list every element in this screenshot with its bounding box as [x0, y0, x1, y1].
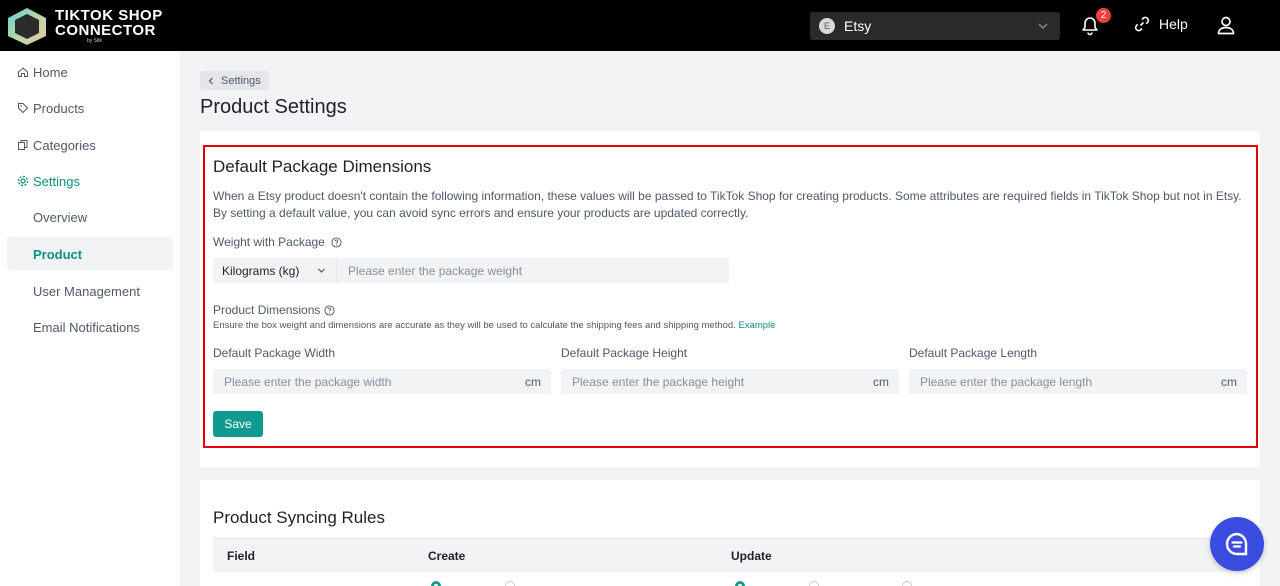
help-label: Help: [1159, 16, 1188, 32]
syncing-table-header: [213, 538, 1246, 572]
height-unit-suffix: cm: [873, 375, 889, 389]
height-input[interactable]: [561, 369, 899, 394]
sidebar-item-categories[interactable]: Categories: [17, 135, 96, 155]
brand-line1: TIKTOK SHOP: [55, 7, 163, 24]
package-section-title: Default Package Dimensions: [213, 157, 432, 176]
sidebar-item-label: Home: [33, 64, 68, 80]
sidebar-item-settings[interactable]: Settings: [17, 171, 80, 191]
radio-update-option[interactable]: [902, 581, 912, 586]
brand-logo[interactable]: TIKTOK SHOP CONNECTOR by Sitk: [5, 6, 163, 46]
radio-create-option[interactable]: [431, 581, 441, 586]
width-field: cm: [213, 369, 551, 394]
breadcrumb-label: Settings: [221, 74, 261, 87]
store-name: Etsy: [844, 18, 872, 34]
tag-icon: [18, 103, 29, 114]
column-header-update: Update: [731, 549, 772, 563]
example-link[interactable]: Example: [738, 320, 775, 331]
user-icon[interactable]: [1216, 15, 1236, 35]
radio-update-option[interactable]: [809, 581, 819, 586]
sidebar-item-home[interactable]: Home: [17, 62, 68, 82]
sidebar: Home Products Categories Settings Overvi…: [0, 51, 180, 586]
column-header-field: Field: [227, 549, 256, 563]
store-avatar: E: [819, 18, 835, 34]
sidebar-item-label: Categories: [33, 137, 96, 153]
chevron-left-icon: [208, 77, 213, 84]
brand-wordmark: TIKTOK SHOP CONNECTOR by Sitk: [49, 8, 163, 44]
notification-badge: 2: [1096, 8, 1111, 23]
dimensions-label-text: Product Dimensions: [213, 303, 321, 317]
length-input[interactable]: [909, 369, 1247, 394]
help-circle-icon[interactable]: [324, 304, 335, 316]
radio-create-option[interactable]: [505, 581, 515, 586]
width-input[interactable]: [213, 369, 551, 394]
chat-button[interactable]: [1210, 517, 1264, 571]
sidebar-item-label: Settings: [33, 173, 80, 189]
sidebar-item-label: Products: [33, 100, 85, 116]
sidebar-subitem-overview[interactable]: Overview: [33, 210, 87, 225]
weight-unit-value: Kilograms (kg): [222, 263, 300, 278]
weight-input[interactable]: [337, 258, 729, 283]
height-field: cm: [561, 369, 899, 394]
store-selector[interactable]: E Etsy: [810, 12, 1060, 40]
top-bar: TIKTOK SHOP CONNECTOR by Sitk E Etsy 2 H…: [0, 0, 1280, 51]
dimensions-hint-text: Ensure the box weight and dimensions are…: [213, 320, 736, 331]
column-header-create: Create: [428, 549, 466, 563]
save-button[interactable]: Save: [213, 411, 263, 437]
sidebar-subitem-email-notifications[interactable]: Email Notifications: [33, 320, 140, 335]
chevron-down-icon: [318, 268, 325, 273]
package-description: When a Etsy product doesn't contain the …: [213, 189, 1242, 220]
page-title: Product Settings: [200, 96, 347, 118]
chat-icon: [1225, 532, 1248, 556]
width-unit-suffix: cm: [525, 375, 541, 389]
dimensions-label: Product Dimensions: [213, 303, 335, 317]
sidebar-subitem-user-management[interactable]: User Management: [33, 284, 140, 299]
weight-label-text: Weight with Package: [213, 235, 325, 249]
copy-icon: [18, 140, 28, 150]
sidebar-item-products[interactable]: Products: [17, 98, 84, 118]
length-label: Default Package Length: [909, 346, 1038, 360]
home-icon: [18, 67, 28, 77]
length-unit-suffix: cm: [1221, 375, 1237, 389]
dimensions-hint: Ensure the box weight and dimensions are…: [213, 320, 775, 331]
weight-unit-select[interactable]: Kilograms (kg): [213, 258, 337, 283]
help-link[interactable]: Help: [1133, 15, 1188, 33]
help-circle-icon[interactable]: [331, 236, 342, 248]
gear-icon: [17, 175, 29, 187]
width-label: Default Package Width: [213, 346, 336, 360]
weight-label: Weight with Package: [213, 235, 342, 249]
link-icon: [1134, 16, 1150, 32]
breadcrumb[interactable]: Settings: [200, 71, 269, 90]
chevron-down-icon: [1038, 23, 1048, 29]
radio-update-option[interactable]: [735, 581, 745, 586]
sidebar-subitem-product[interactable]: Product: [33, 247, 82, 262]
syncing-section-title: Product Syncing Rules: [213, 508, 385, 527]
height-label: Default Package Height: [561, 346, 688, 360]
sidebar-active-highlight: [7, 237, 173, 270]
length-field: cm: [909, 369, 1247, 394]
brand-line2: CONNECTOR: [55, 22, 156, 39]
logo-mark-icon: [8, 8, 46, 45]
